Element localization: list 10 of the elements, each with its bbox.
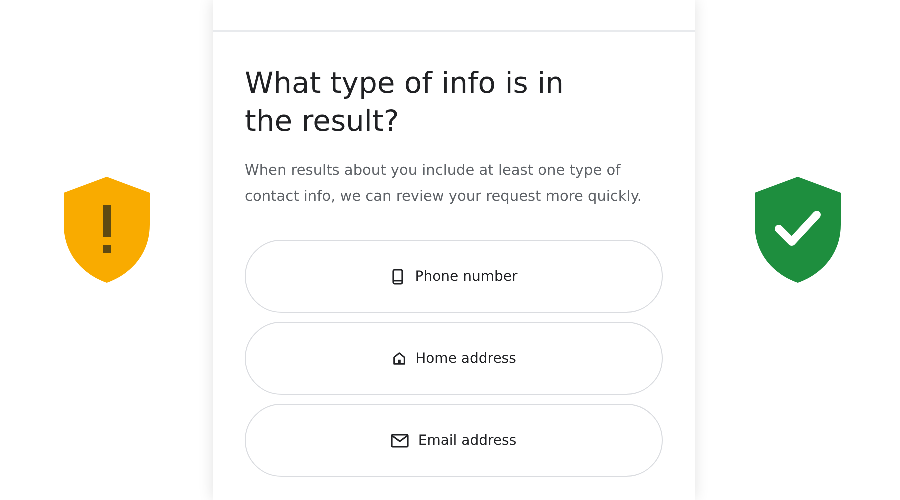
question-heading: What type of info is in the result?: [245, 65, 566, 140]
phone-icon: [390, 268, 406, 284]
description-text: When results about you include at least one type of contact info, we can review your request more quickly.: [245, 162, 643, 207]
option-button[interactable]: Phone number: [245, 240, 663, 313]
check-shield-icon: [752, 175, 842, 285]
envelope-icon: [391, 434, 410, 448]
option-button[interactable]: Home address: [245, 322, 663, 395]
option-button[interactable]: Email address: [245, 404, 663, 477]
house-icon: [392, 351, 407, 366]
warning-shield-icon: [62, 175, 152, 285]
